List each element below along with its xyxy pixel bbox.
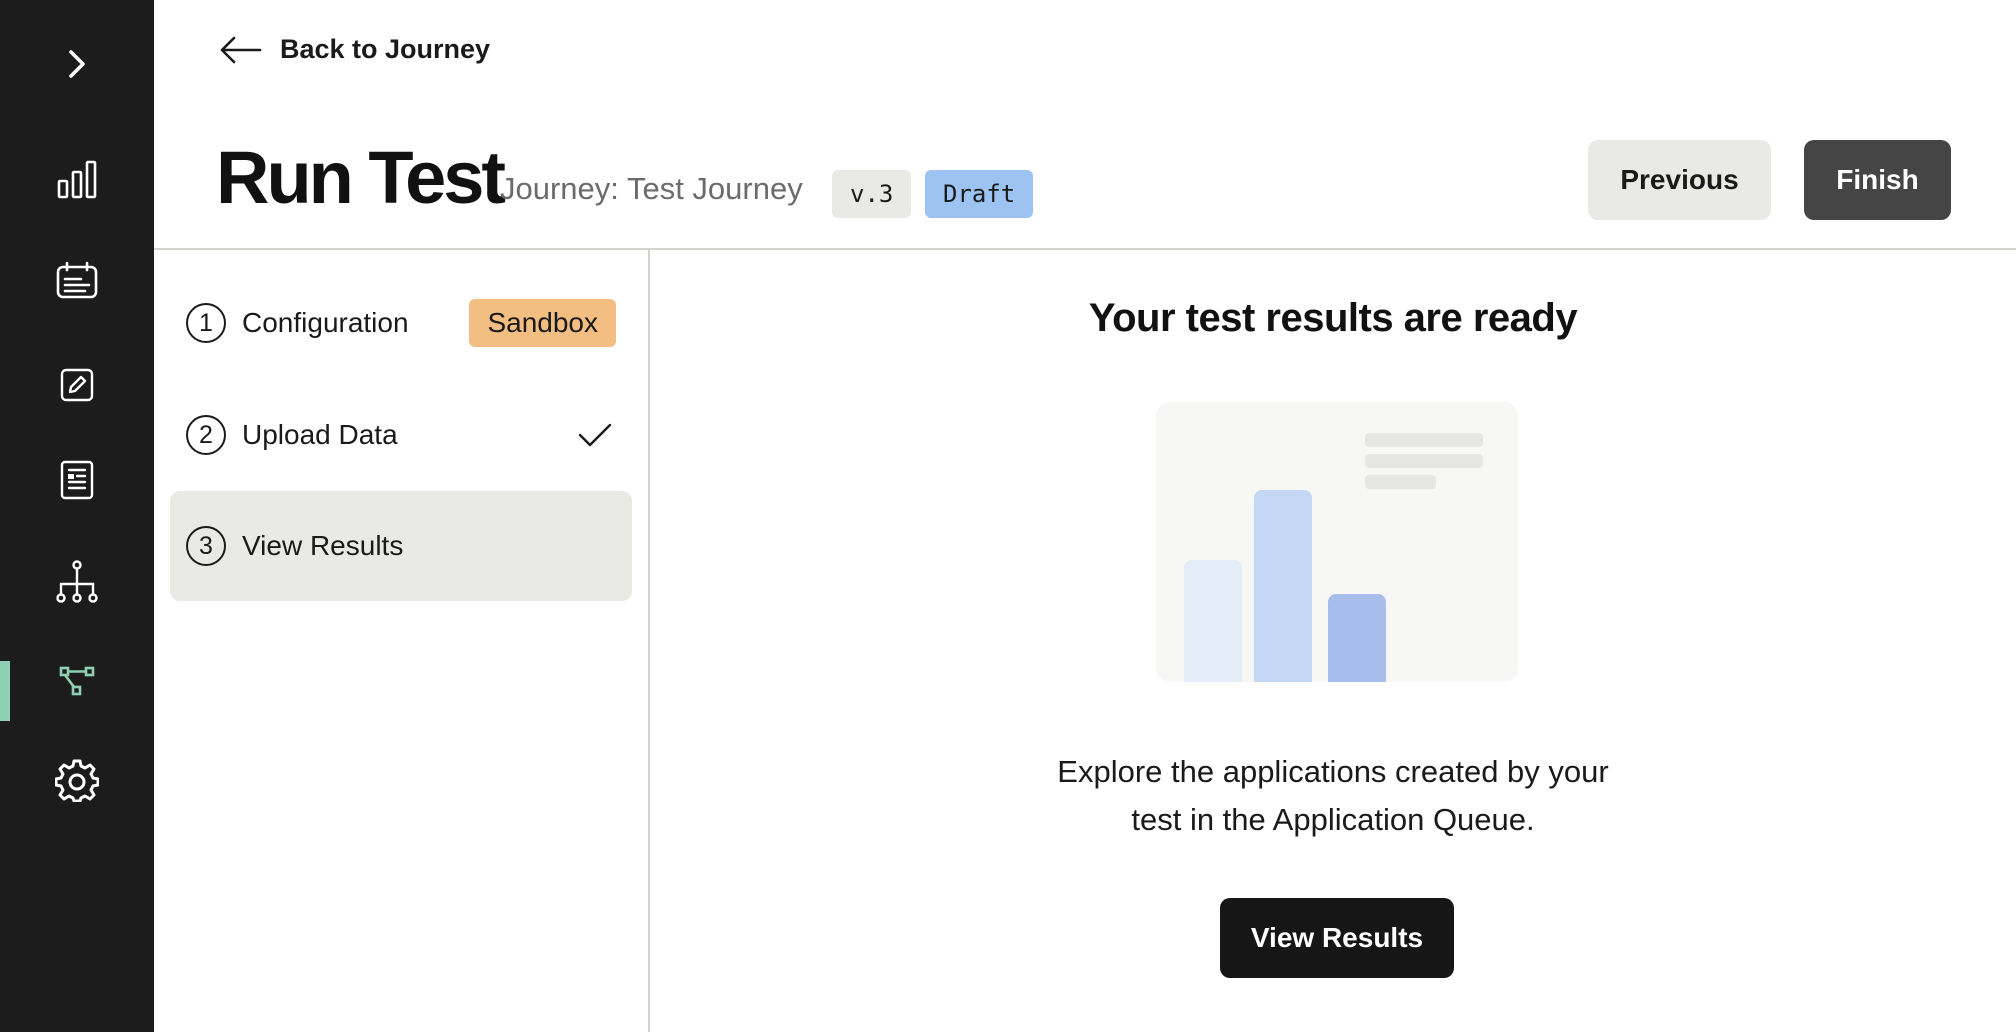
chevron-right-icon	[69, 50, 85, 78]
header-divider	[154, 248, 2016, 250]
finish-button[interactable]: Finish	[1804, 140, 1951, 220]
sidebar	[0, 0, 154, 1032]
back-to-journey-link[interactable]: Back to Journey	[218, 34, 490, 65]
journey-label: Journey: Test Journey	[500, 171, 803, 206]
illustration-line	[1365, 475, 1436, 489]
sidebar-item-settings[interactable]	[0, 740, 154, 820]
results-chart-illustration	[1156, 402, 1518, 682]
status-badge: Draft	[925, 170, 1034, 218]
workflow-icon	[59, 666, 95, 696]
illustration-line	[1365, 433, 1483, 447]
step-configuration[interactable]: 1 Configuration Sandbox	[170, 268, 632, 378]
illustration-bar	[1328, 594, 1386, 682]
sidebar-item-analytics[interactable]	[0, 140, 154, 220]
sidebar-item-hierarchy[interactable]	[0, 542, 154, 622]
checkmark-icon	[578, 423, 612, 447]
bar-chart-icon	[57, 160, 97, 199]
description-line: test in the Application Queue.	[1131, 802, 1535, 837]
step-label: Upload Data	[242, 419, 398, 450]
sidebar-expand-button[interactable]	[0, 24, 154, 104]
previous-button[interactable]: Previous	[1588, 140, 1771, 220]
sidebar-item-workflow[interactable]	[0, 641, 154, 721]
version-badge: v.3	[832, 170, 912, 218]
document-icon	[60, 460, 94, 500]
step-number: 3	[186, 526, 226, 566]
sidebar-item-schedule[interactable]	[0, 241, 154, 321]
gear-icon	[55, 759, 99, 802]
arrow-left-icon	[220, 36, 262, 63]
step-number: 2	[186, 415, 226, 455]
back-link-label: Back to Journey	[280, 34, 491, 64]
calendar-list-icon	[56, 261, 98, 299]
illustration-line	[1365, 454, 1483, 468]
step-number: 1	[186, 303, 226, 343]
illustration-bar	[1184, 560, 1242, 682]
step-upload-data[interactable]: 2 Upload Data	[170, 380, 632, 490]
description-line: Explore the applications created by your	[1057, 754, 1609, 789]
step-label: View Results	[242, 530, 404, 561]
sidebar-item-documents[interactable]	[0, 440, 154, 520]
step-label: Configuration	[242, 307, 409, 338]
hierarchy-icon	[56, 560, 98, 603]
steps-divider	[648, 250, 650, 1032]
view-results-button[interactable]: View Results	[1220, 898, 1454, 978]
step-view-results[interactable]: 3 View Results	[170, 491, 632, 601]
sandbox-badge: Sandbox	[469, 299, 616, 347]
sidebar-item-editor[interactable]	[0, 345, 154, 425]
results-description: Explore the applications created by your…	[650, 748, 2016, 844]
page-title: Run Test	[216, 136, 506, 219]
illustration-bar	[1254, 490, 1312, 682]
edit-icon	[60, 368, 94, 402]
results-title: Your test results are ready	[1088, 296, 1578, 340]
